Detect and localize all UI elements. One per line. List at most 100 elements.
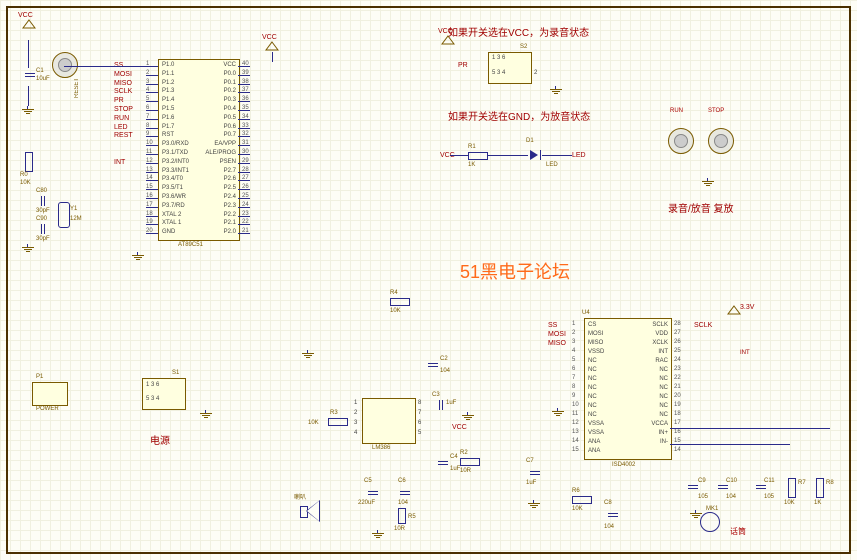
p1-label: POWER xyxy=(36,406,59,412)
mcu-net-l-9: REST xyxy=(114,132,133,139)
stop-btn-label: STOP xyxy=(708,108,724,114)
vcc-arrow-1 xyxy=(23,20,35,30)
gnd-speaker xyxy=(372,530,384,540)
cap-c6-ref: C6 xyxy=(398,478,406,484)
res-r4-val: 10K xyxy=(390,308,401,314)
res-r6-val: 10K xyxy=(572,506,583,512)
mcu-net-l-4: SCLK xyxy=(114,88,132,95)
res-r3-val: 10K xyxy=(308,420,319,426)
res-r5-val: 10R xyxy=(394,526,405,532)
mcu-pin-l-1: P1.0 xyxy=(162,62,174,68)
cap-c6 xyxy=(400,486,410,500)
mcu-net-l-5: PR xyxy=(114,97,124,104)
cap-c10-ref: C10 xyxy=(726,478,737,484)
cap-c90-ref: C90 xyxy=(36,216,47,222)
power-label-cn: 电源 xyxy=(150,432,170,447)
isd-pin-r-23: NC xyxy=(632,367,668,373)
cap-c90 xyxy=(36,224,50,234)
res-r1-ref: R1 xyxy=(468,144,476,150)
isd-pin-l-12: VSSA xyxy=(588,421,604,427)
watermark-text: 51黑电子论坛 xyxy=(460,258,570,284)
mcu-net-l-6: STOP xyxy=(114,106,133,113)
cap-c9-ref: C9 xyxy=(698,478,706,484)
cap-c8-val: 104 xyxy=(604,524,614,530)
mic-symbol xyxy=(700,512,720,532)
isd-pin-l-5: NC xyxy=(588,358,597,364)
isd-pin-l-1: CS xyxy=(588,322,596,328)
mcu-pin-l-6: P1.5 xyxy=(162,106,174,112)
mcu-pin-r-26: P2.5 xyxy=(198,185,236,191)
speaker-label: 喇叭 xyxy=(294,492,306,501)
v33-label: 3.3V xyxy=(740,304,754,311)
cap-c1-val: 10uF xyxy=(36,76,50,82)
mcu-pin-r-31: EA/VPP xyxy=(198,141,236,147)
cap-c8-ref: C8 xyxy=(604,500,612,506)
annotation-recplay: 录音/放音 复放 xyxy=(668,200,734,215)
mcu-pin-l-15: P3.5/T1 xyxy=(162,185,183,191)
mic-ref: MK1 xyxy=(706,506,718,512)
cap-c3-ref: C3 xyxy=(432,392,440,398)
cap-c2-val: 104 xyxy=(440,368,450,374)
isd-pin-r-18: NC xyxy=(632,412,668,418)
cap-c5 xyxy=(368,486,378,500)
cap-c5-val: 220uF xyxy=(358,500,375,506)
isd-pin-l-11: NC xyxy=(588,412,597,418)
isd-pin-l-7: NC xyxy=(588,376,597,382)
isd-pin-l-2: MOSI xyxy=(588,331,603,337)
isd-pin-r-26: XCLK xyxy=(632,340,668,346)
led-net: LED xyxy=(572,152,586,159)
isd4002-ref: ISD4002 xyxy=(612,462,635,468)
mcu-pin-r-38: P0.1 xyxy=(198,80,236,86)
reset-button[interactable] xyxy=(52,52,78,78)
mcu-net-l-7: RUN xyxy=(114,115,129,122)
vcc-label-lm: VCC xyxy=(452,424,467,431)
isd-pin-l-3: MISO xyxy=(588,340,603,346)
res-r1 xyxy=(468,152,488,160)
int-net: INT xyxy=(740,350,750,356)
isd-pin-r-25: INT xyxy=(632,349,668,355)
crystal-val: 12M xyxy=(70,216,82,222)
mcu-pin-r-29: PSEN xyxy=(198,159,236,165)
mcu-pin-r-28: P2.7 xyxy=(198,168,236,174)
pr-net: PR xyxy=(458,62,468,69)
vcc-label-mcu: VCC xyxy=(262,34,277,41)
mcu-pin-l-2: P1.1 xyxy=(162,71,174,77)
isd-pin-r-16: IN+ xyxy=(632,430,668,436)
cap-c2-ref: C2 xyxy=(440,356,448,362)
res-r4 xyxy=(390,298,410,306)
diode-ref: D1 xyxy=(526,138,534,144)
cap-c90-val: 30pF xyxy=(36,236,50,242)
cap-c7-ref: C7 xyxy=(526,458,534,464)
isd-pin-r-24: RAC xyxy=(632,358,668,364)
page-border xyxy=(6,6,851,554)
mcu-pin-l-5: P1.4 xyxy=(162,97,174,103)
mcu-pin-r-36: P0.3 xyxy=(198,97,236,103)
mcu-ref: AT89C51 xyxy=(178,242,203,248)
lm386-chip xyxy=(362,398,416,444)
cap-c10-val: 104 xyxy=(726,494,736,500)
mcu-pin-r-30: ALE/PROG xyxy=(198,150,236,156)
lm386-ref: LM386 xyxy=(372,445,390,451)
gnd-c1 xyxy=(22,106,34,116)
mcu-pin-l-9: RST xyxy=(162,132,174,138)
isd-pin-l-13: VSSA xyxy=(588,430,604,436)
cap-c1-ref: C1 xyxy=(36,68,44,74)
mcu-pin-r-22: P2.1 xyxy=(198,220,236,226)
header-s1-ref: S1 xyxy=(172,370,179,376)
mcu-pin-r-23: P2.2 xyxy=(198,212,236,218)
mcu-pin-l-7: P1.6 xyxy=(162,115,174,121)
isd-pin-l-6: NC xyxy=(588,367,597,373)
mcu-net-l-12: INT xyxy=(114,159,125,166)
res-r8 xyxy=(816,478,824,498)
cap-c80-val: 30pF xyxy=(36,208,50,214)
cap-c4-val: 1uF xyxy=(450,466,460,472)
mcu-pin-l-10: P3.0/RXD xyxy=(162,141,189,147)
res-r7-val: 10K xyxy=(784,500,795,506)
mcu-pin-l-20: GND xyxy=(162,229,175,235)
run-btn-label: RUN xyxy=(670,108,683,114)
annotation-play: 如果开关选在GND，为放音状态 xyxy=(448,108,590,123)
run-button[interactable] xyxy=(668,128,694,154)
mic-label-cn: 话筒 xyxy=(730,526,746,537)
stop-button[interactable] xyxy=(708,128,734,154)
speaker-symbol xyxy=(300,500,322,522)
